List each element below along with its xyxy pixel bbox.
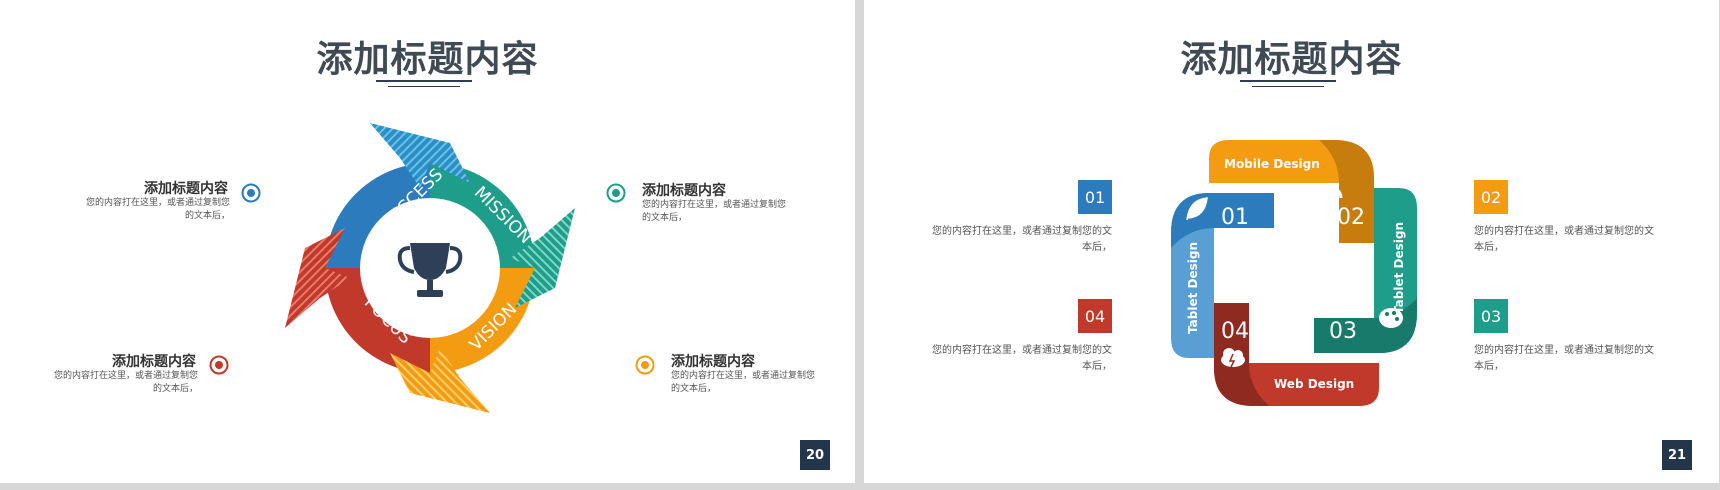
item-title: 添加标题内容	[642, 183, 726, 199]
page-number: 20	[800, 440, 830, 470]
item-desc: 您的内容打在这里，或者通过复制您的文 本后，	[1474, 345, 1654, 372]
item-desc: 您的内容打在这里，或者通过复制您的文 本后，	[932, 345, 1112, 372]
puzzle-number-02: 02	[1337, 205, 1365, 230]
page-number: 21	[1662, 440, 1692, 470]
puzzle-number-01: 01	[1221, 205, 1249, 230]
title-underline	[1240, 80, 1336, 82]
item-desc: 您的内容打在这里，或者通过复制您的文 本后，	[1474, 226, 1654, 253]
item-title: 添加标题内容	[671, 354, 755, 370]
item-title: 添加标题内容	[112, 354, 196, 370]
title-underline-thin	[388, 86, 460, 87]
item-desc: 您的内容打在这里，或者通过复制您 的文本后，	[671, 371, 816, 394]
trophy-icon	[397, 243, 463, 297]
item-desc: 您的内容打在这里，或者通过复制您的文 本后，	[932, 226, 1112, 253]
target-icon	[606, 183, 626, 203]
number-badge: 03	[1474, 299, 1508, 333]
slide-title: 添加标题内容	[316, 39, 539, 80]
label-tablet-design-left: Tablet Design	[1186, 242, 1200, 334]
item-title: 添加标题内容	[144, 181, 228, 197]
cycle-diagram: SUCCESS MISSION VISION FOCUS	[285, 123, 575, 413]
number-badge: 01	[1078, 180, 1112, 214]
item-desc: 您的内容打在这里，或者通过复制您 的文本后，	[642, 200, 787, 223]
label-web-design: Web Design	[1274, 377, 1354, 391]
label-mobile-design: Mobile Design	[1224, 157, 1320, 171]
slide-20: 添加标题内容 SUCCESS MISSION VISION FOCUS 添加标题…	[0, 0, 855, 483]
slide-21: 添加标题内容 01 02 03 04 Mobile Design Web Des…	[864, 0, 1719, 483]
target-icon	[241, 183, 261, 203]
puzzle-number-04: 04	[1221, 319, 1249, 344]
title-underline	[376, 80, 472, 82]
title-underline-thin	[1252, 86, 1324, 87]
slide-title: 添加标题内容	[1180, 39, 1403, 80]
item-desc: 您的内容打在这里，或者通过复制您 的文本后，	[53, 371, 198, 394]
puzzle-diagram: 01 02 03 04 Mobile Design Web Design Tab…	[1171, 140, 1417, 406]
number-badge: 04	[1078, 299, 1112, 333]
palette-icon	[1379, 308, 1403, 328]
number-badge: 02	[1474, 180, 1508, 214]
label-tablet-design-right: Tablet Design	[1392, 222, 1406, 314]
item-desc: 您的内容打在这里，或者通过复制您 的文本后，	[85, 198, 230, 221]
puzzle-number-03: 03	[1329, 319, 1357, 344]
target-icon	[209, 355, 229, 375]
target-icon	[635, 355, 655, 375]
